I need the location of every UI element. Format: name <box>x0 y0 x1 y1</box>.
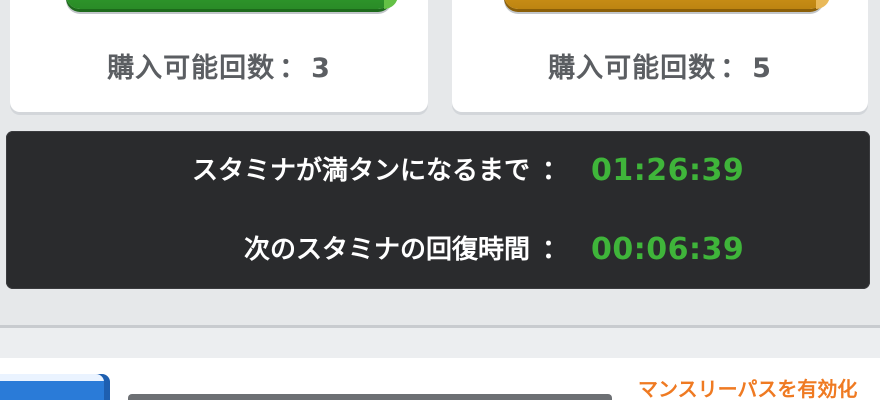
stamina-next-timer: 00:06:39 <box>591 232 745 267</box>
stamina-next-row: 次のスタミナの回復時間 ： 00:06:39 <box>6 230 870 270</box>
purchase-card-green: 購入可能回数： 3 <box>10 0 428 112</box>
button-bevel <box>384 0 398 9</box>
purchase-count-value: 3 <box>311 53 331 84</box>
stamina-next-colon: ： <box>541 235 568 265</box>
stamina-full-timer: 01:26:39 <box>591 153 745 188</box>
buy-button-orange[interactable] <box>504 0 830 9</box>
stamina-next-label-text: 次のスタミナの回復時間 <box>243 235 530 265</box>
purchase-card-orange: 購入可能回数： 5 <box>452 0 868 112</box>
monthly-pass-icon <box>0 374 110 400</box>
purchase-count-text: 購入可能回数： 5 <box>452 46 868 85</box>
section-gap <box>0 328 880 358</box>
button-bevel <box>816 0 830 9</box>
purchase-count-text: 購入可能回数： 3 <box>10 46 428 85</box>
activate-monthly-pass-link[interactable]: マンスリーパスを有効化 <box>638 373 857 400</box>
stamina-full-colon: ： <box>541 156 568 186</box>
stamina-full-label-text: スタミナが満タンになるまで <box>191 156 530 186</box>
stamina-full-row: スタミナが満タンになるまで ： 01:26:39 <box>6 151 870 191</box>
purchase-count-separator: ： <box>279 53 308 84</box>
purchase-count-label: 購入可能回数 <box>548 53 717 84</box>
stamina-timer-panel: スタミナが満タンになるまで ： 01:26:39 次のスタミナの回復時間 ： 00:… <box>6 131 870 289</box>
purchase-count-value: 5 <box>752 53 772 84</box>
stamina-full-label: スタミナが満タンになるまで ： <box>192 151 568 191</box>
purchase-count-label: 購入可能回数 <box>107 53 276 84</box>
stamina-shop-screen: 購入可能回数： 3 購入可能回数： 5 スタミナが満タンになるまで： 01:26:3… <box>0 0 880 400</box>
purchase-count-separator: ： <box>720 53 749 84</box>
monthly-pass-bar <box>128 394 612 400</box>
buy-button-green[interactable] <box>66 0 398 9</box>
stamina-next-label: 次のスタミナの回復時間 ： <box>244 230 568 270</box>
